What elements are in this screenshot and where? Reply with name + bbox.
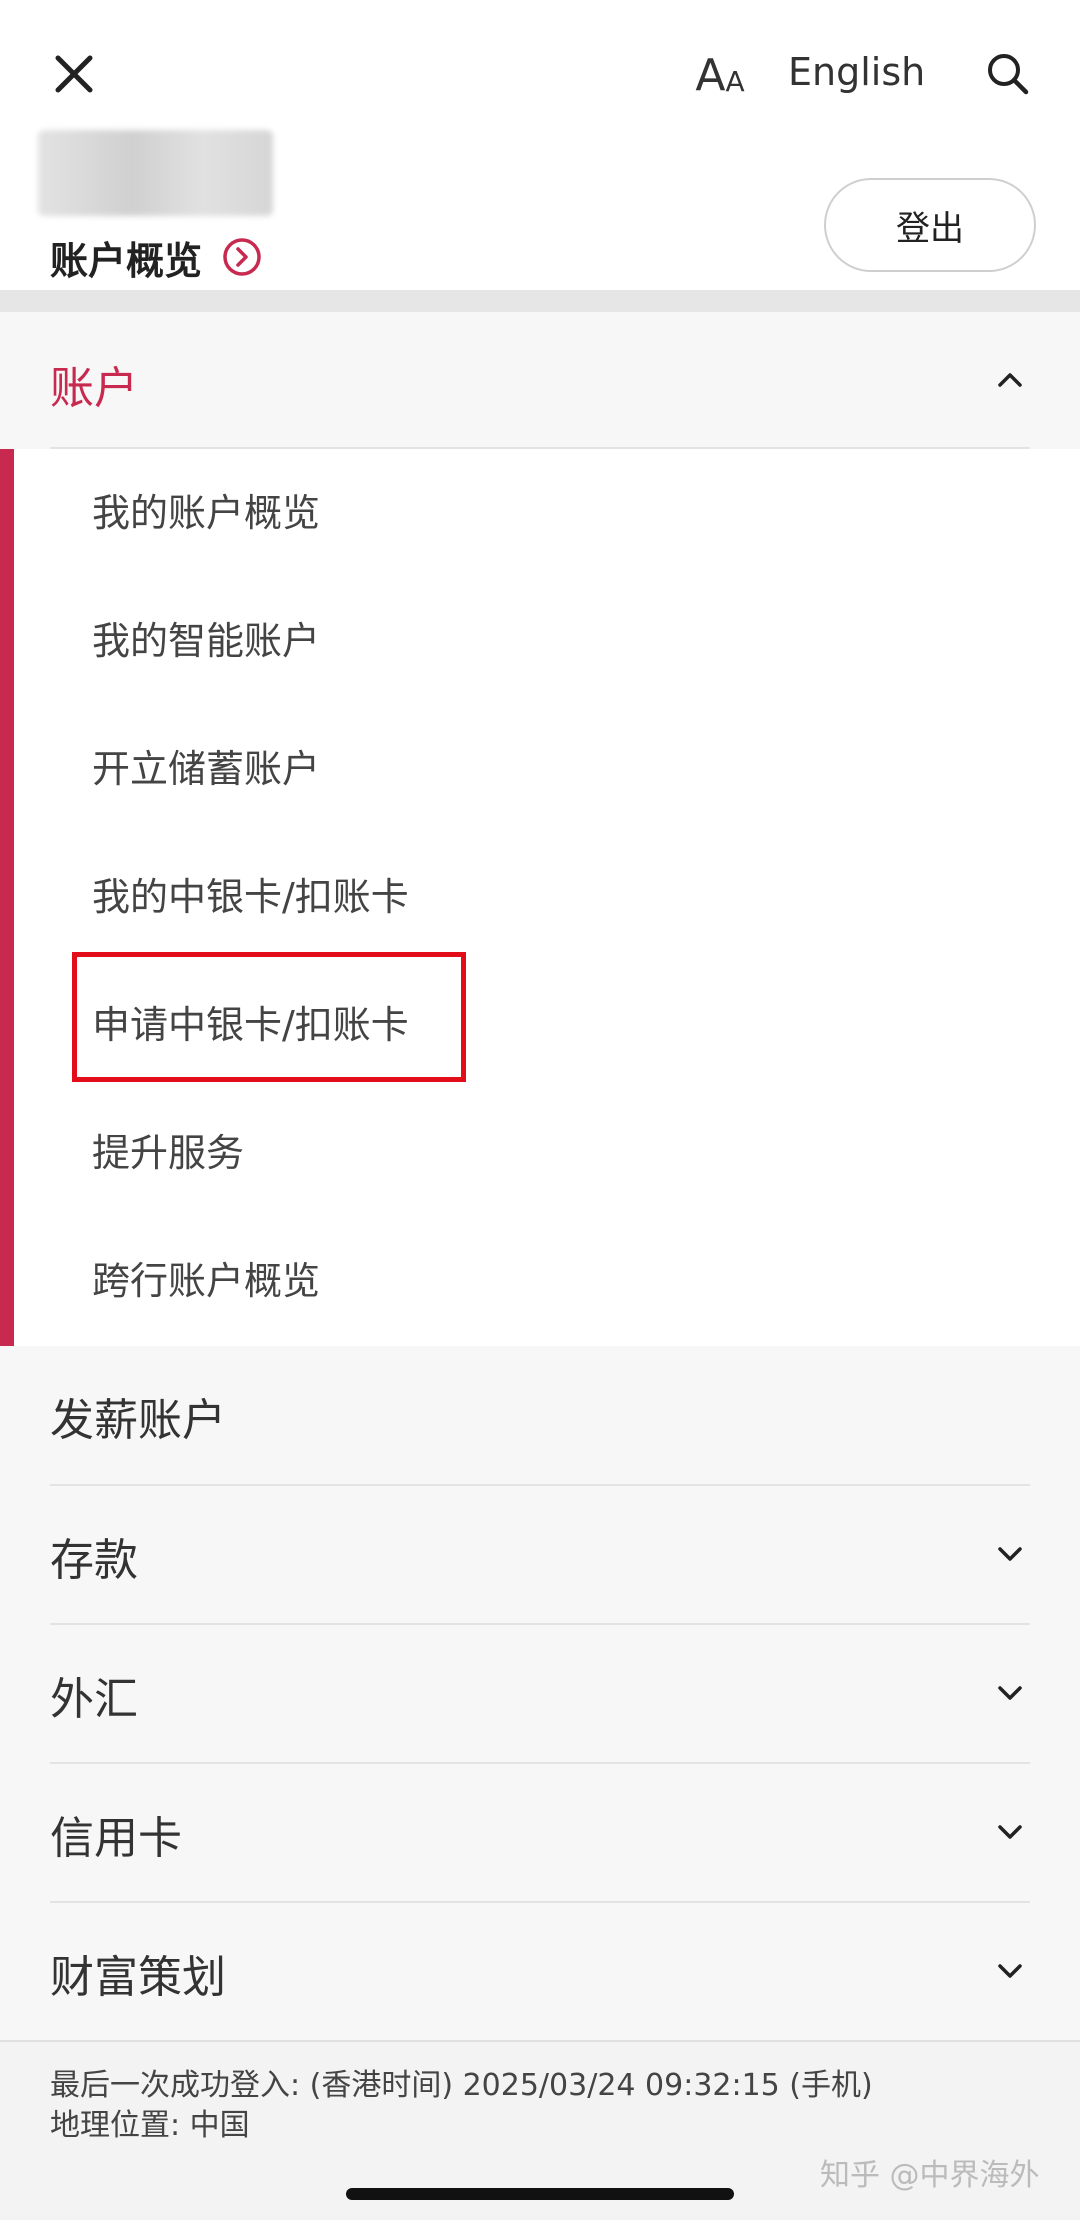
menu-item-wealth-planning[interactable]: 财富策划 bbox=[0, 1903, 1080, 2041]
user-name-redacted bbox=[38, 130, 273, 216]
chevron-up-icon bbox=[998, 373, 1022, 387]
submenu-item-upgrade-service[interactable]: 提升服务 bbox=[92, 1113, 244, 1193]
last-login-text: 最后一次成功登入: (香港时间) 2025/03/24 09:32:15 (手机… bbox=[50, 2068, 873, 2103]
menu-item-label: 发薪账户 bbox=[50, 1395, 226, 1446]
submenu-item-my-boc-debit-card[interactable]: 我的中银卡/扣账卡 bbox=[92, 857, 409, 937]
search-icon bbox=[988, 54, 1029, 95]
chevron-down-icon bbox=[998, 1964, 1022, 1978]
location-text: 地理位置: 中国 bbox=[50, 2108, 250, 2143]
language-toggle[interactable]: English bbox=[788, 44, 925, 100]
submenu-item-my-account-overview[interactable]: 我的账户概览 bbox=[92, 473, 320, 553]
menu-item-payroll-account[interactable]: 发薪账户 bbox=[0, 1346, 1080, 1484]
logout-button[interactable]: 登出 bbox=[824, 178, 1036, 272]
menu-item-foreign-exchange[interactable]: 外汇 bbox=[0, 1625, 1080, 1763]
chevron-down-icon bbox=[998, 1547, 1022, 1561]
account-overview-link[interactable]: 账户概览 bbox=[50, 232, 262, 283]
close-icon bbox=[55, 55, 93, 93]
chevron-down-icon bbox=[998, 1686, 1022, 1700]
search-button[interactable] bbox=[980, 46, 1036, 102]
menu-item-credit-card[interactable]: 信用卡 bbox=[0, 1764, 1080, 1902]
menu-item-label: 外汇 bbox=[50, 1674, 138, 1725]
highlight-annotation-box bbox=[72, 952, 466, 1082]
menu-item-deposits[interactable]: 存款 bbox=[0, 1486, 1080, 1624]
account-overview-label: 账户概览 bbox=[50, 238, 203, 283]
active-section-indicator bbox=[0, 449, 14, 1346]
accounts-submenu: 我的账户概览 我的智能账户 开立储蓄账户 我的中银卡/扣账卡 申请中银卡/扣账卡… bbox=[0, 449, 1080, 1346]
close-button[interactable] bbox=[46, 46, 102, 102]
menu-item-label: 财富策划 bbox=[50, 1952, 226, 2003]
home-indicator[interactable] bbox=[346, 2188, 734, 2200]
submenu-item-cross-bank-overview[interactable]: 跨行账户概览 bbox=[92, 1241, 320, 1321]
menu-item-label: 存款 bbox=[50, 1535, 138, 1586]
top-bar: A A English 账户概览 登出 bbox=[0, 0, 1080, 290]
font-size-icon-large-a: A bbox=[695, 50, 726, 101]
accounts-section-title: 账户 bbox=[50, 363, 138, 414]
header-separator bbox=[0, 290, 1080, 312]
watermark: 知乎 @中界海外 bbox=[820, 2158, 1040, 2193]
submenu-item-open-savings-account[interactable]: 开立储蓄账户 bbox=[92, 729, 320, 809]
chevron-down-icon bbox=[998, 1825, 1022, 1839]
font-size-icon-small-a: A bbox=[725, 65, 745, 98]
accounts-section-header[interactable]: 账户 bbox=[0, 312, 1080, 448]
menu-item-label: 信用卡 bbox=[50, 1813, 182, 1864]
font-size-button[interactable]: A A bbox=[690, 38, 750, 98]
chevron-right-circle-icon bbox=[223, 238, 261, 276]
submenu-item-my-smart-account[interactable]: 我的智能账户 bbox=[92, 601, 320, 681]
